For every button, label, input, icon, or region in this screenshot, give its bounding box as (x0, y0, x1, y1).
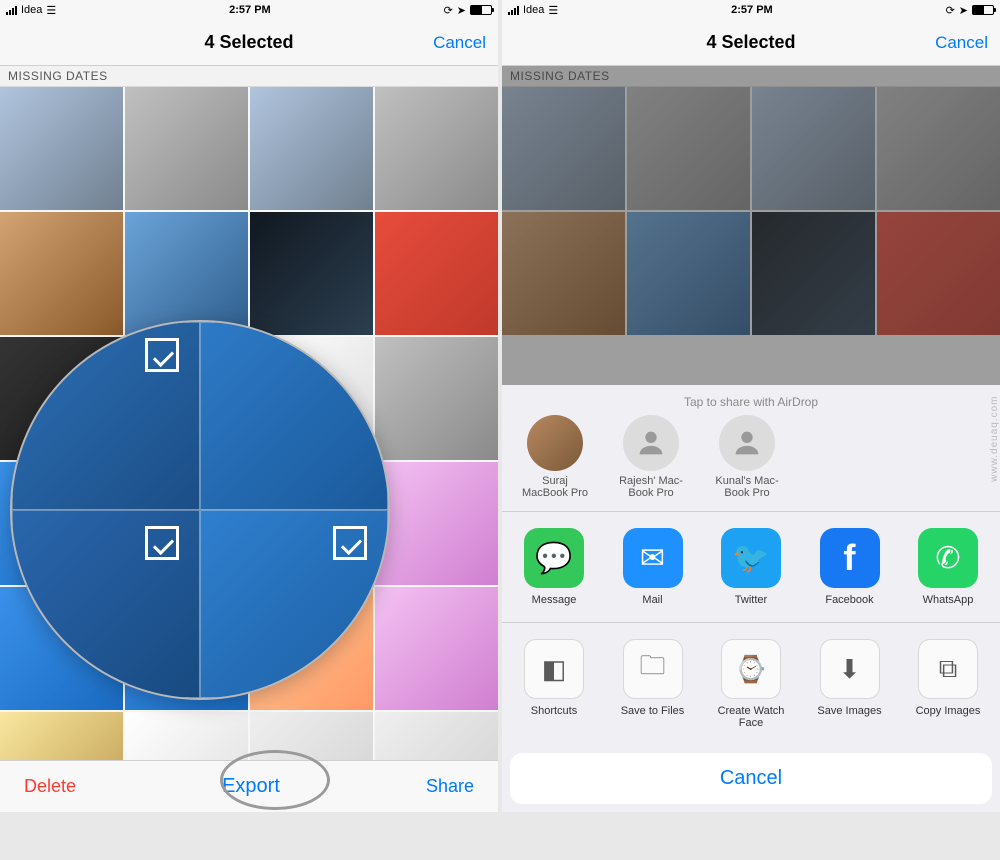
phone-left: Idea ☰ 2:57 PM ⟳ ➤ 4 Selected Cancel MIS… (0, 0, 498, 812)
status-time: 2:57 PM (731, 4, 773, 16)
avatar-icon (527, 415, 583, 471)
action-shortcuts[interactable]: ◧ Shortcuts (516, 639, 592, 729)
action-save-to-files[interactable]: 🗀 Save to Files (615, 639, 691, 729)
whatsapp-icon: ✆ (918, 528, 978, 588)
action-label: Create Watch Face (713, 705, 789, 729)
shortcuts-icon: ◧ (524, 639, 584, 699)
download-icon: ⬇ (820, 639, 880, 699)
cellular-signal-icon (6, 6, 17, 15)
airdrop-row: Suraj MacBook Pro Rajesh' Mac- Book Pro … (502, 415, 1000, 512)
wifi-icon: ☰ (548, 4, 558, 17)
carrier-label: Idea (21, 4, 42, 16)
status-time: 2:57 PM (229, 4, 271, 16)
share-app-message[interactable]: 💬 Message (516, 528, 592, 606)
watermark: www.deuaq.com (989, 396, 1000, 482)
checkmark-icon (333, 338, 367, 372)
export-button[interactable]: Export (222, 775, 280, 798)
action-label: Save to Files (615, 705, 691, 717)
section-header: MISSING DATES (0, 66, 498, 87)
airdrop-device: Book Pro (708, 487, 786, 499)
navigation-bar: 4 Selected Cancel (0, 20, 498, 66)
action-copy-images[interactable]: ⧉ Copy Images (910, 639, 986, 729)
copy-icon: ⧉ (918, 639, 978, 699)
action-label: Shortcuts (516, 705, 592, 717)
share-sheet-cancel-button[interactable]: Cancel (510, 753, 992, 804)
cellular-signal-icon (508, 6, 519, 15)
share-button[interactable]: Share (426, 776, 474, 797)
navigation-bar: 4 Selected Cancel (502, 20, 1000, 66)
photo-thumbnail[interactable] (375, 337, 498, 460)
folder-icon: 🗀 (623, 639, 683, 699)
action-create-watch-face[interactable]: ⌚ Create Watch Face (713, 639, 789, 729)
photo-thumbnail[interactable] (375, 587, 498, 710)
share-app-twitter[interactable]: 🐦 Twitter (713, 528, 789, 606)
app-label: WhatsApp (910, 594, 986, 606)
share-sheet: Tap to share with AirDrop Suraj MacBook … (502, 385, 1000, 812)
status-bar: Idea ☰ 2:57 PM ⟳ ➤ (0, 0, 498, 20)
message-icon: 💬 (524, 528, 584, 588)
airdrop-target[interactable]: Kunal's Mac- Book Pro (708, 415, 786, 499)
airdrop-name: Rajesh' Mac- (612, 475, 690, 487)
airdrop-device: Book Pro (612, 487, 690, 499)
nav-title: 4 Selected (204, 32, 293, 53)
photo-thumbnail[interactable] (375, 87, 498, 210)
checkmark-icon (333, 526, 367, 560)
action-save-images[interactable]: ⬇ Save Images (812, 639, 888, 729)
share-app-mail[interactable]: ✉ Mail (615, 528, 691, 606)
share-actions-row: ◧ Shortcuts 🗀 Save to Files ⌚ Create Wat… (502, 622, 1000, 745)
avatar-icon (623, 415, 679, 471)
cancel-button[interactable]: Cancel (433, 33, 486, 53)
airdrop-name: Suraj (516, 475, 594, 487)
facebook-icon: f (820, 528, 880, 588)
photo-thumbnail[interactable] (0, 87, 123, 210)
airdrop-target[interactable]: Rajesh' Mac- Book Pro (612, 415, 690, 499)
airdrop-target[interactable]: Suraj MacBook Pro (516, 415, 594, 499)
nav-title: 4 Selected (706, 32, 795, 53)
photo-thumbnail[interactable] (125, 87, 248, 210)
share-app-facebook[interactable]: f Facebook (812, 528, 888, 606)
photo-thumbnail[interactable] (375, 462, 498, 585)
status-bar: Idea ☰ 2:57 PM ⟳ ➤ (502, 0, 1000, 20)
mail-icon: ✉ (623, 528, 683, 588)
airdrop-header: Tap to share with AirDrop (502, 385, 1000, 415)
watch-icon: ⌚ (721, 639, 781, 699)
phone-right: Idea ☰ 2:57 PM ⟳ ➤ 4 Selected Cancel MIS… (502, 0, 1000, 812)
checkmark-icon (145, 526, 179, 560)
photo-thumbnail[interactable] (0, 212, 123, 335)
photo-thumbnail[interactable] (125, 212, 248, 335)
delete-button[interactable]: Delete (24, 776, 76, 797)
action-label: Copy Images (910, 705, 986, 717)
share-apps-row: 💬 Message ✉ Mail 🐦 Twitter f Facebook ✆ (502, 512, 1000, 622)
toolbar: Delete Export Share (0, 760, 498, 812)
app-label: Mail (615, 594, 691, 606)
battery-icon (470, 5, 492, 15)
magnifier-highlight (10, 320, 390, 700)
battery-icon (972, 5, 994, 15)
wifi-icon: ☰ (46, 4, 56, 17)
airdrop-device: MacBook Pro (516, 487, 594, 499)
app-label: Facebook (812, 594, 888, 606)
share-app-whatsapp[interactable]: ✆ WhatsApp (910, 528, 986, 606)
carrier-label: Idea (523, 4, 544, 16)
photo-thumbnail[interactable] (250, 212, 373, 335)
app-label: Twitter (713, 594, 789, 606)
twitter-icon: 🐦 (721, 528, 781, 588)
location-icon: ➤ (457, 4, 466, 17)
checkmark-icon (145, 338, 179, 372)
orientation-lock-icon: ⟳ (444, 4, 453, 17)
cancel-button[interactable]: Cancel (935, 33, 988, 53)
photo-thumbnail[interactable] (375, 212, 498, 335)
photo-thumbnail[interactable] (250, 87, 373, 210)
location-icon: ➤ (959, 4, 968, 17)
avatar-icon (719, 415, 775, 471)
app-label: Message (516, 594, 592, 606)
airdrop-name: Kunal's Mac- (708, 475, 786, 487)
action-label: Save Images (812, 705, 888, 717)
orientation-lock-icon: ⟳ (946, 4, 955, 17)
